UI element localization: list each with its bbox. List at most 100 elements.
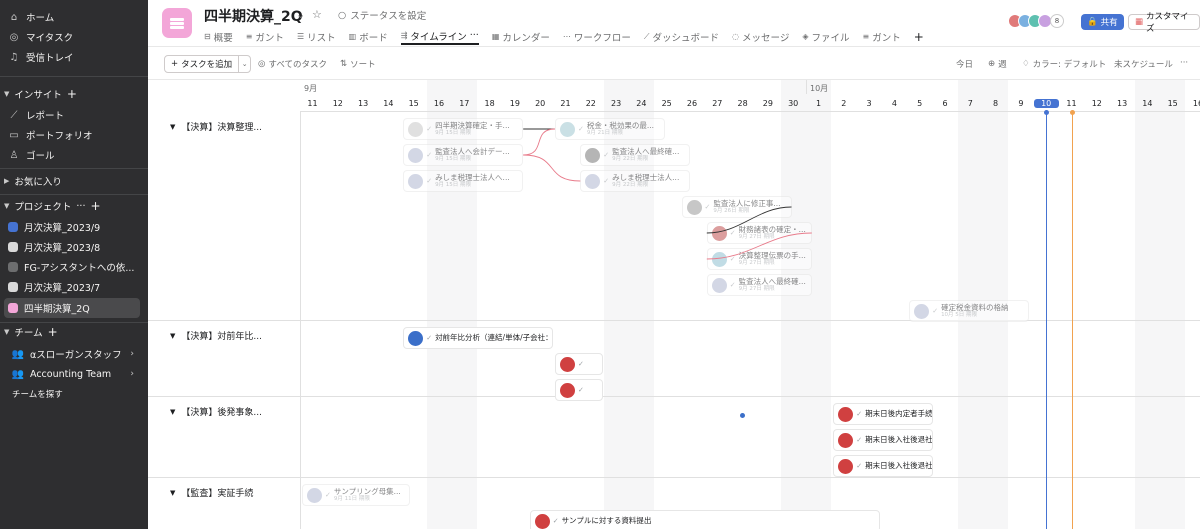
color-button[interactable]: ♢ カラー: デフォルト <box>1022 58 1106 70</box>
chevron-down-icon[interactable]: ⌄ <box>238 56 250 72</box>
sidebar-section-favorites[interactable]: ▶ お気に入り <box>4 173 62 189</box>
check-icon[interactable]: ✓ <box>578 360 584 368</box>
sidebar-section-projects[interactable]: ▼ プロジェクト ··· + <box>4 198 101 214</box>
caret-down-icon[interactable]: ▼ <box>170 332 175 340</box>
sidebar-project[interactable]: 月次決算_2023/8 <box>8 238 100 256</box>
share-button[interactable]: 🔒 共有 <box>1081 14 1124 30</box>
check-icon[interactable]: ✓ <box>603 151 609 159</box>
check-icon[interactable]: ✓ <box>932 307 938 315</box>
more-icon[interactable]: ··· <box>76 201 85 212</box>
plus-icon[interactable]: + <box>90 199 100 213</box>
sort-button[interactable]: ⇅ ソート <box>340 58 376 70</box>
task-bar[interactable]: ✓ 決算整理伝票の手... 9月 27日 期限 <box>706 248 812 270</box>
task-bar[interactable]: ✓対前年比分析（連結/単体/子会社：税金計上前 <box>403 327 554 349</box>
add-tab-button[interactable]: + <box>914 28 924 45</box>
check-icon[interactable]: ✓ <box>578 386 584 394</box>
tab-list[interactable]: ☰ リスト <box>297 28 336 45</box>
sidebar-item-home[interactable]: ⌂ ホーム <box>8 8 54 26</box>
check-icon[interactable]: ✓ <box>856 410 862 418</box>
column-divider <box>300 321 301 396</box>
plus-icon[interactable]: + <box>67 87 77 101</box>
bell-icon: ♫ <box>9 51 19 63</box>
task-bar[interactable]: ✓ 監査法人に修正事... 9月 26日 期限 <box>681 196 792 218</box>
sidebar-project[interactable]: 月次決算_2023/7 <box>8 278 100 296</box>
task-bar[interactable]: ✓ サンプルに対する資料提出 <box>529 510 880 529</box>
star-icon[interactable]: ☆ <box>312 8 322 21</box>
task-bar[interactable]: ✓ 監査法人へ会計デー... 9月 15日 期限 <box>403 144 524 166</box>
tab-workflow[interactable]: ⋯ ワークフロー <box>563 28 631 45</box>
tab-gantt[interactable]: ≡ ガント <box>863 28 901 45</box>
sidebar-project[interactable]: FG-アシスタントへの依... <box>8 258 134 276</box>
sidebar-item-my-tasks[interactable]: ◎ マイタスク <box>8 28 74 46</box>
avatar <box>307 487 322 503</box>
task-bar[interactable]: ✓期末日後入社後退社返金... <box>833 429 934 451</box>
check-icon[interactable]: ✓ <box>553 517 559 525</box>
task-bar[interactable]: ✓ サンプリング母集... 9月 11日 期限 <box>302 484 410 506</box>
task-bar[interactable]: ✓期末日後入社後退社返金... <box>833 455 934 477</box>
tab-board[interactable]: ▥ ボード <box>349 28 388 45</box>
customize-button[interactable]: ▦ カスタマイズ <box>1128 12 1200 34</box>
chevron-down-icon[interactable]: ⌄ <box>296 8 305 21</box>
check-icon[interactable]: ✓ <box>856 436 862 444</box>
check-icon[interactable]: ✓ <box>730 255 736 263</box>
task-bar[interactable]: ✓ 税金・税効果の最... 9月 21日 期限 <box>555 118 665 140</box>
more-icon[interactable]: ··· <box>470 30 479 41</box>
check-icon[interactable]: ✓ <box>603 177 609 185</box>
sidebar-item-reports[interactable]: ⟋ レポート <box>8 106 65 124</box>
check-icon[interactable]: ✓ <box>426 125 432 133</box>
sidebar-project[interactable]: 月次決算_2023/9 <box>8 218 100 236</box>
task-bar[interactable]: ✓期末日後内定者手続後評価... <box>833 403 934 425</box>
task-bar[interactable]: ✓ <box>555 353 603 375</box>
task-bar[interactable]: ✓ 四半期決算確定・手... 9月 15日 期限 <box>403 118 524 140</box>
check-icon[interactable]: ✓ <box>325 491 331 499</box>
check-icon[interactable]: ✓ <box>426 334 432 342</box>
today-button[interactable]: 今日 <box>956 58 973 70</box>
tab-gantt[interactable]: ≡ ガント <box>246 28 284 45</box>
add-task-button[interactable]: + タスクを追加 ⌄ <box>164 55 252 73</box>
tab-file[interactable]: ◈ ファイル <box>802 28 849 45</box>
unscheduled-button[interactable]: 未スケジュール <box>1114 58 1173 70</box>
group-header[interactable]: ▼ 【決算】対前年比... <box>170 329 262 343</box>
check-icon[interactable]: ✓ <box>730 229 736 237</box>
caret-down-icon[interactable]: ▼ <box>170 489 175 497</box>
task-bar[interactable]: ✓ 監査法人へ最終確... 9月 27日 期限 <box>706 274 812 296</box>
zoom-week-button[interactable]: ⊕ 週 <box>988 58 1007 70</box>
group-header[interactable]: ▼ 【決算】後発事象... <box>170 405 262 419</box>
sidebar-team[interactable]: 👥 αスローガンスタッフ › <box>12 345 140 363</box>
status-button[interactable]: ○ ステータスを設定 <box>338 8 426 23</box>
check-icon[interactable]: ✓ <box>730 281 736 289</box>
project-title[interactable]: 四半期決算_2Q <box>204 6 303 26</box>
check-icon[interactable]: ✓ <box>856 462 862 470</box>
sidebar-team[interactable]: 👥 Accounting Team › <box>12 365 140 383</box>
task-bar[interactable]: ✓ 財務諸表の確定・... 9月 27日 期限 <box>706 222 812 244</box>
tab-timeline[interactable]: ⇶ タイムライン ··· <box>400 28 479 45</box>
tab-message[interactable]: ◌ メッセージ <box>732 28 789 45</box>
task-bar[interactable]: ✓ みしま税理士法人へ... 9月 15日 期限 <box>403 170 524 192</box>
tab-calendar[interactable]: ▦ カレンダー <box>492 28 550 45</box>
find-team-link[interactable]: チームを探す <box>12 385 63 403</box>
group-header[interactable]: ▼ 【決算】決算整理... <box>170 120 262 134</box>
check-icon[interactable]: ✓ <box>705 203 711 211</box>
tab-dashboard[interactable]: ⟋ ダッシュボード <box>644 28 719 45</box>
check-icon[interactable]: ✓ <box>578 125 584 133</box>
member-avatars[interactable]: 8 <box>1008 14 1064 28</box>
more-icon[interactable]: ··· <box>1180 58 1188 68</box>
all-tasks-filter[interactable]: ◎ すべてのタスク <box>258 58 327 70</box>
task-bar[interactable]: ✓ 監査法人へ最終確... 9月 22日 期限 <box>580 144 691 166</box>
plus-icon[interactable]: + <box>48 325 58 339</box>
sidebar-section-insights[interactable]: ▼ インサイト + <box>4 86 77 102</box>
caret-down-icon[interactable]: ▼ <box>170 123 175 131</box>
task-bar[interactable]: ✓ みしま税理士法人... 9月 22日 期限 <box>580 170 691 192</box>
sidebar-item-goals[interactable]: ♙ ゴール <box>8 146 55 164</box>
check-icon[interactable]: ✓ <box>426 151 432 159</box>
check-icon[interactable]: ✓ <box>426 177 432 185</box>
sidebar-item-portfolio[interactable]: ▭ ポートフォリオ <box>8 126 92 144</box>
day-label: 28 <box>737 99 748 108</box>
sidebar-section-teams[interactable]: ▼ チーム + <box>4 324 58 340</box>
sidebar-project-active[interactable]: 四半期決算_2Q <box>4 298 140 318</box>
group-header[interactable]: ▼ 【監査】実証手続 <box>170 486 253 500</box>
tab-overview[interactable]: ⊟ 概要 <box>204 28 233 45</box>
sidebar-item-inbox[interactable]: ♫ 受信トレイ <box>8 48 74 66</box>
task-bar[interactable]: ✓ 確定税金資料の格納 10月 5日 期限 <box>909 300 1030 322</box>
caret-down-icon[interactable]: ▼ <box>170 408 175 416</box>
